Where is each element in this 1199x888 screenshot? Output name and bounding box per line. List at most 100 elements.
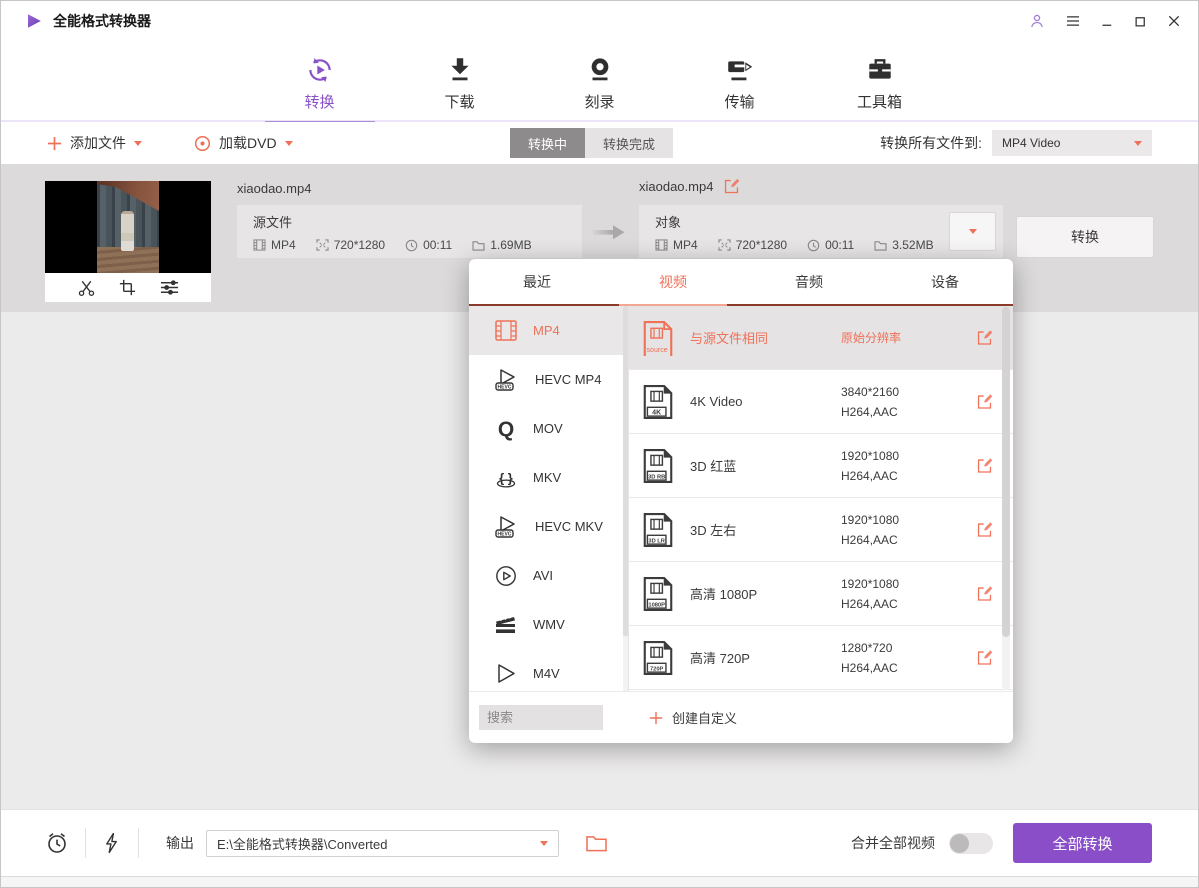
convert-all-to-label: 转换所有文件到:	[880, 133, 982, 153]
preset-name: 与源文件相同	[673, 328, 841, 347]
high-speed-bolt-icon[interactable]	[103, 831, 120, 855]
svg-text:4K: 4K	[652, 409, 662, 416]
maximize-icon[interactable]	[1133, 14, 1148, 29]
format-item-mp4[interactable]: MP4	[469, 306, 628, 355]
edit-preset-icon[interactable]	[976, 329, 993, 346]
format-item-wmv[interactable]: WMV	[469, 600, 628, 649]
svg-text:source: source	[647, 347, 668, 354]
format-item-hevc-mp4[interactable]: HEVC HEVC MP4	[469, 355, 628, 404]
tab-audio[interactable]: 音频	[741, 259, 877, 304]
edit-preset-icon[interactable]	[976, 393, 993, 410]
duration-clock-icon	[405, 239, 418, 252]
preset-codec: H264,AAC	[841, 661, 898, 675]
wmv-icon	[494, 613, 518, 637]
output-format-select[interactable]: MP4 Video	[992, 130, 1152, 156]
svg-text:{ }: { }	[499, 470, 513, 485]
crop-icon[interactable]	[118, 278, 137, 297]
rename-edit-icon[interactable]	[723, 178, 740, 195]
effects-sliders-icon[interactable]	[159, 278, 180, 297]
user-account-icon[interactable]	[1028, 12, 1046, 30]
preset-codec: H264,AAC	[841, 533, 898, 547]
edit-preset-icon[interactable]	[976, 521, 993, 538]
convert-button[interactable]: 转换	[1016, 216, 1154, 258]
burn-disc-icon	[585, 55, 615, 85]
format-item-hevc-mkv[interactable]: HEVC HEVC MKV	[469, 502, 628, 551]
preset-name: 3D 左右	[673, 520, 841, 539]
load-dvd-button[interactable]: 加载DVD	[194, 133, 293, 153]
nav-tab-transfer[interactable]: 传输	[698, 55, 782, 122]
schedule-clock-icon[interactable]	[45, 831, 69, 855]
preset-row-1080p[interactable]: 1080P 高清 1080P 1920*1080H264,AAC	[629, 562, 1013, 626]
minimize-icon[interactable]	[1100, 14, 1115, 29]
format-list-scrollbar[interactable]	[623, 306, 628, 691]
window-footer-strip	[1, 876, 1198, 887]
video-thumbnail-card	[45, 181, 211, 302]
nav-label-transfer: 传输	[724, 91, 754, 112]
preset-row-720p[interactable]: 720P 高清 720P 1280*720H264,AAC	[629, 626, 1013, 690]
preset-list-scrollbar[interactable]	[1002, 307, 1010, 690]
preset-name: 高清 720P	[673, 648, 841, 667]
nav-tab-download[interactable]: 下载	[418, 55, 502, 122]
format-item-mkv[interactable]: { } MKV	[469, 453, 628, 502]
preset-resolution: 1920*1080	[841, 577, 899, 591]
nav-label-toolbox: 工具箱	[857, 91, 902, 112]
merge-videos-toggle[interactable]	[949, 833, 993, 854]
svg-text:HEVC: HEVC	[498, 531, 512, 537]
toolbar: 添加文件 加载DVD 转换中 转换完成 转换所有文件到: MP4 Video	[1, 122, 1198, 164]
svg-text:HEVC: HEVC	[498, 384, 512, 390]
duration-clock-icon	[807, 239, 820, 252]
format-label: MP4	[533, 323, 560, 338]
edit-preset-icon[interactable]	[976, 649, 993, 666]
create-custom-label: 创建自定义	[672, 708, 737, 727]
preset-row-3d-rb[interactable]: 3D RB 3D 红蓝 1920*1080H264,AAC	[629, 434, 1013, 498]
tab-video[interactable]: 视频	[605, 259, 741, 304]
convert-direction-arrow-icon	[591, 222, 627, 242]
source-title: 源文件	[253, 212, 582, 231]
preset-resolution: 1920*1080	[841, 513, 899, 527]
target-format-dropdown-button[interactable]	[949, 212, 996, 251]
plus-icon	[47, 136, 62, 151]
m4v-icon	[494, 662, 518, 686]
resolution-icon	[316, 239, 329, 251]
tab-recent[interactable]: 最近	[469, 259, 605, 304]
video-thumbnail[interactable]	[45, 181, 211, 273]
chevron-down-icon	[1134, 141, 1142, 150]
svg-text:3D LR: 3D LR	[648, 538, 665, 544]
output-path-select[interactable]: E:\全能格式转换器\Converted	[206, 830, 559, 857]
format-item-avi[interactable]: AVI	[469, 551, 628, 600]
add-files-button[interactable]: 添加文件	[47, 133, 142, 153]
tab-device[interactable]: 设备	[877, 259, 1013, 304]
nav-tab-burn[interactable]: 刻录	[558, 55, 642, 122]
menu-icon[interactable]	[1064, 12, 1082, 30]
create-custom-button[interactable]: 创建自定义	[649, 708, 737, 727]
nav-tab-toolbox[interactable]: 工具箱	[838, 55, 922, 122]
format-picker-footer: 创建自定义	[469, 691, 1013, 743]
edit-preset-icon[interactable]	[976, 457, 993, 474]
preset-row-same-as-source[interactable]: source 与源文件相同 原始分辨率	[629, 306, 1013, 370]
source-format: MP4	[271, 238, 296, 252]
nav-tab-convert[interactable]: 转换	[278, 55, 362, 122]
resolution-icon	[718, 239, 731, 251]
source-info-box: 源文件 MP4 720*1280 00:11 1.69MB	[237, 205, 582, 258]
open-folder-icon[interactable]	[585, 834, 608, 853]
3d-lr-preset-icon: 3D LR	[643, 512, 673, 548]
preset-row-4k[interactable]: 4K 4K Video 3840*2160H264,AAC	[629, 370, 1013, 434]
format-label: M4V	[533, 666, 560, 681]
trim-scissors-icon[interactable]	[77, 278, 96, 297]
preset-name: 4K Video	[673, 394, 841, 409]
search-input[interactable]	[479, 705, 603, 730]
format-item-mov[interactable]: Q MOV	[469, 404, 628, 453]
preset-codec: H264,AAC	[841, 597, 898, 611]
close-icon[interactable]	[1166, 13, 1182, 29]
format-picker-popup: 最近 视频 音频 设备 MP4 HEVC HEVC MP4 Q MOV	[469, 259, 1013, 743]
source-preset-icon: source	[643, 320, 673, 356]
edit-preset-icon[interactable]	[976, 585, 993, 602]
svg-text:720P: 720P	[650, 666, 664, 672]
tab-converting[interactable]: 转换中	[510, 128, 585, 158]
format-item-m4v[interactable]: M4V	[469, 649, 628, 691]
tab-finished[interactable]: 转换完成	[585, 128, 673, 158]
convert-all-button[interactable]: 全部转换	[1013, 823, 1152, 863]
chevron-down-icon	[134, 141, 142, 150]
plus-icon	[649, 711, 663, 725]
preset-row-3d-lr[interactable]: 3D LR 3D 左右 1920*1080 H264,AAC	[629, 498, 1013, 562]
